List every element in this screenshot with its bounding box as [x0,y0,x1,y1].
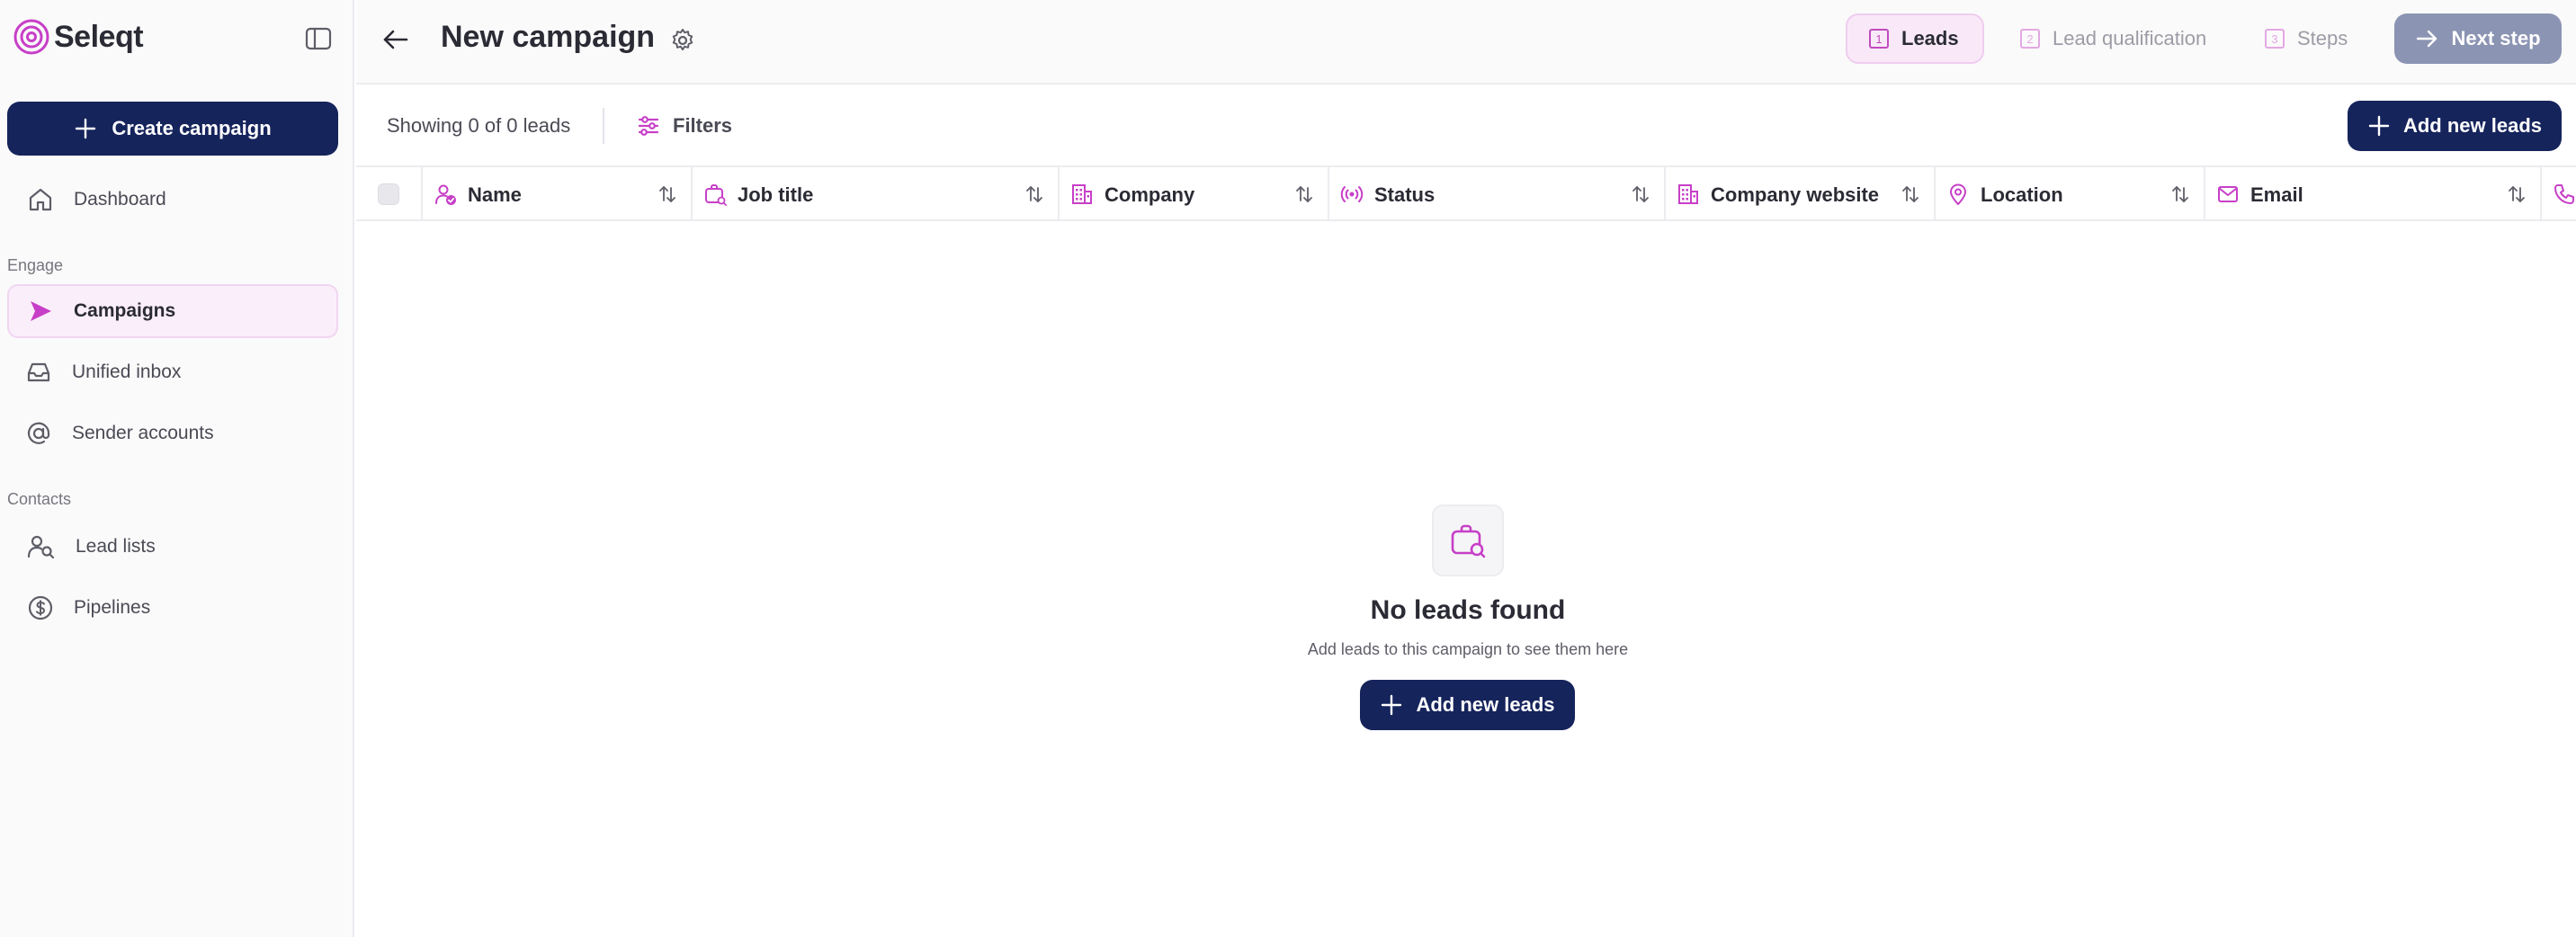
column-label: Company website [1711,183,1880,206]
arrow-right-icon [2417,30,2437,48]
leads-count-text: Showing 0 of 0 leads [387,114,571,137]
sidebar-item-label: Unified inbox [72,361,182,382]
inbox-icon [27,362,50,382]
sidebar-item-dashboard[interactable]: Dashboard [7,173,338,227]
map-pin-icon [1950,183,1966,205]
sidebar-item-label: Dashboard [74,189,166,210]
step-number: 3 [2265,29,2285,49]
sidebar-item-sender-accounts[interactable]: Sender accounts [7,406,338,460]
arrow-left-icon [383,30,408,49]
page-title: New campaign [441,20,656,54]
step-lead-qualification[interactable]: 2 Lead qualification [1999,13,2228,64]
column-header-company[interactable]: Company [1060,167,1329,221]
column-label: Status [1374,183,1436,206]
step-label: Steps [2297,27,2348,49]
dollar-circle-icon [28,595,53,620]
column-label: Location [1981,183,2063,206]
campaign-settings-button[interactable] [669,27,696,54]
broadcast-icon [1340,186,1364,202]
next-step-button[interactable]: Next step [2394,13,2562,64]
column-header-location[interactable]: Location [1936,167,2205,221]
logo[interactable]: Seleqt [13,18,144,56]
sidebar-collapse-button[interactable] [304,25,333,52]
column-label: Job title [738,183,814,206]
select-all-cell [356,167,423,221]
sidebar-toggle-icon [305,27,332,50]
users-search-icon [27,535,55,559]
sort-icon[interactable] [1630,183,1651,205]
briefcase-icon [705,184,727,206]
leads-table-header: Name Job title Company Status Company we… [356,167,2576,221]
sort-icon[interactable] [1024,183,1045,205]
column-header-email[interactable]: Email [2205,167,2542,221]
sidebar-item-lead-lists[interactable]: Lead lists [7,520,338,574]
empty-state-title: No leads found [1370,595,1566,625]
sidebar-item-label: Pipelines [74,597,151,618]
logo-icon [13,19,49,55]
add-new-leads-label: Add new leads [2402,114,2543,137]
column-header-name[interactable]: Name [423,167,693,221]
back-button[interactable] [380,23,412,56]
step-label: Leads [1901,27,1959,49]
column-label: Company [1105,183,1195,206]
sidebar-item-pipelines[interactable]: Pipelines [7,581,338,635]
empty-state-add-leads-label: Add new leads [1416,693,1555,716]
column-header-company-website[interactable]: Company website [1666,167,1936,221]
create-campaign-button[interactable]: Create campaign [7,102,338,156]
sort-icon[interactable] [1293,183,1315,205]
step-steps[interactable]: 3 Steps [2243,13,2369,64]
create-campaign-label: Create campaign [112,117,272,139]
section-label-engage: Engage [7,256,64,274]
filters-button[interactable]: Filters [637,106,732,146]
plus-icon [1382,694,1402,716]
step-number: 2 [2020,29,2040,49]
column-header-status[interactable]: Status [1329,167,1666,221]
briefcase-search-icon [1451,524,1486,558]
section-label-contacts: Contacts [7,490,72,508]
building-icon [1072,184,1092,204]
sort-icon[interactable] [2506,183,2527,205]
plus-icon [76,118,96,139]
next-step-label: Next step [2451,27,2541,49]
step-number: 1 [1869,29,1889,49]
sliders-icon [638,116,659,136]
gear-icon [672,29,693,50]
empty-state-subtitle: Add leads to this campaign to see them h… [1307,640,1629,658]
step-leads[interactable]: 1 Leads [1846,13,1984,64]
sort-icon[interactable] [1900,183,1921,205]
sidebar-item-campaigns[interactable]: Campaigns [7,284,338,338]
column-header-phone[interactable] [2542,167,2576,221]
plus-icon [2368,115,2390,137]
add-new-leads-button[interactable]: Add new leads [2348,101,2562,151]
mail-icon [2218,186,2238,202]
sidebar-item-unified-inbox[interactable]: Unified inbox [7,345,338,399]
top-header: New campaign 1 Leads 2 Lead qualificatio… [356,0,2576,85]
empty-state-add-leads-button[interactable]: Add new leads [1360,680,1575,730]
step-label: Lead qualification [2053,27,2207,49]
filters-label: Filters [673,114,733,137]
column-label: Email [2250,183,2303,206]
logo-text: Seleqt [54,19,144,54]
sort-icon[interactable] [2169,183,2191,205]
select-all-checkbox[interactable] [378,183,399,205]
sort-icon[interactable] [657,183,678,205]
sidebar-item-label: Lead lists [76,536,156,557]
sidebar-item-label: Campaigns [74,300,176,321]
toolbar-divider [603,108,604,144]
phone-icon [2554,184,2574,204]
sidebar-item-label: Sender accounts [72,423,214,443]
send-icon [31,301,51,321]
column-header-job-title[interactable]: Job title [693,167,1060,221]
column-label: Name [468,183,522,206]
empty-state-icon-box [1432,504,1504,576]
building-icon [1678,184,1698,204]
at-sign-icon [27,422,50,444]
home-icon [29,188,52,211]
leads-toolbar: Showing 0 of 0 leads Filters Add new lea… [356,86,2576,167]
sidebar: Seleqt Create campaign Dashboard Engage … [0,0,354,937]
user-check-icon [435,184,456,205]
